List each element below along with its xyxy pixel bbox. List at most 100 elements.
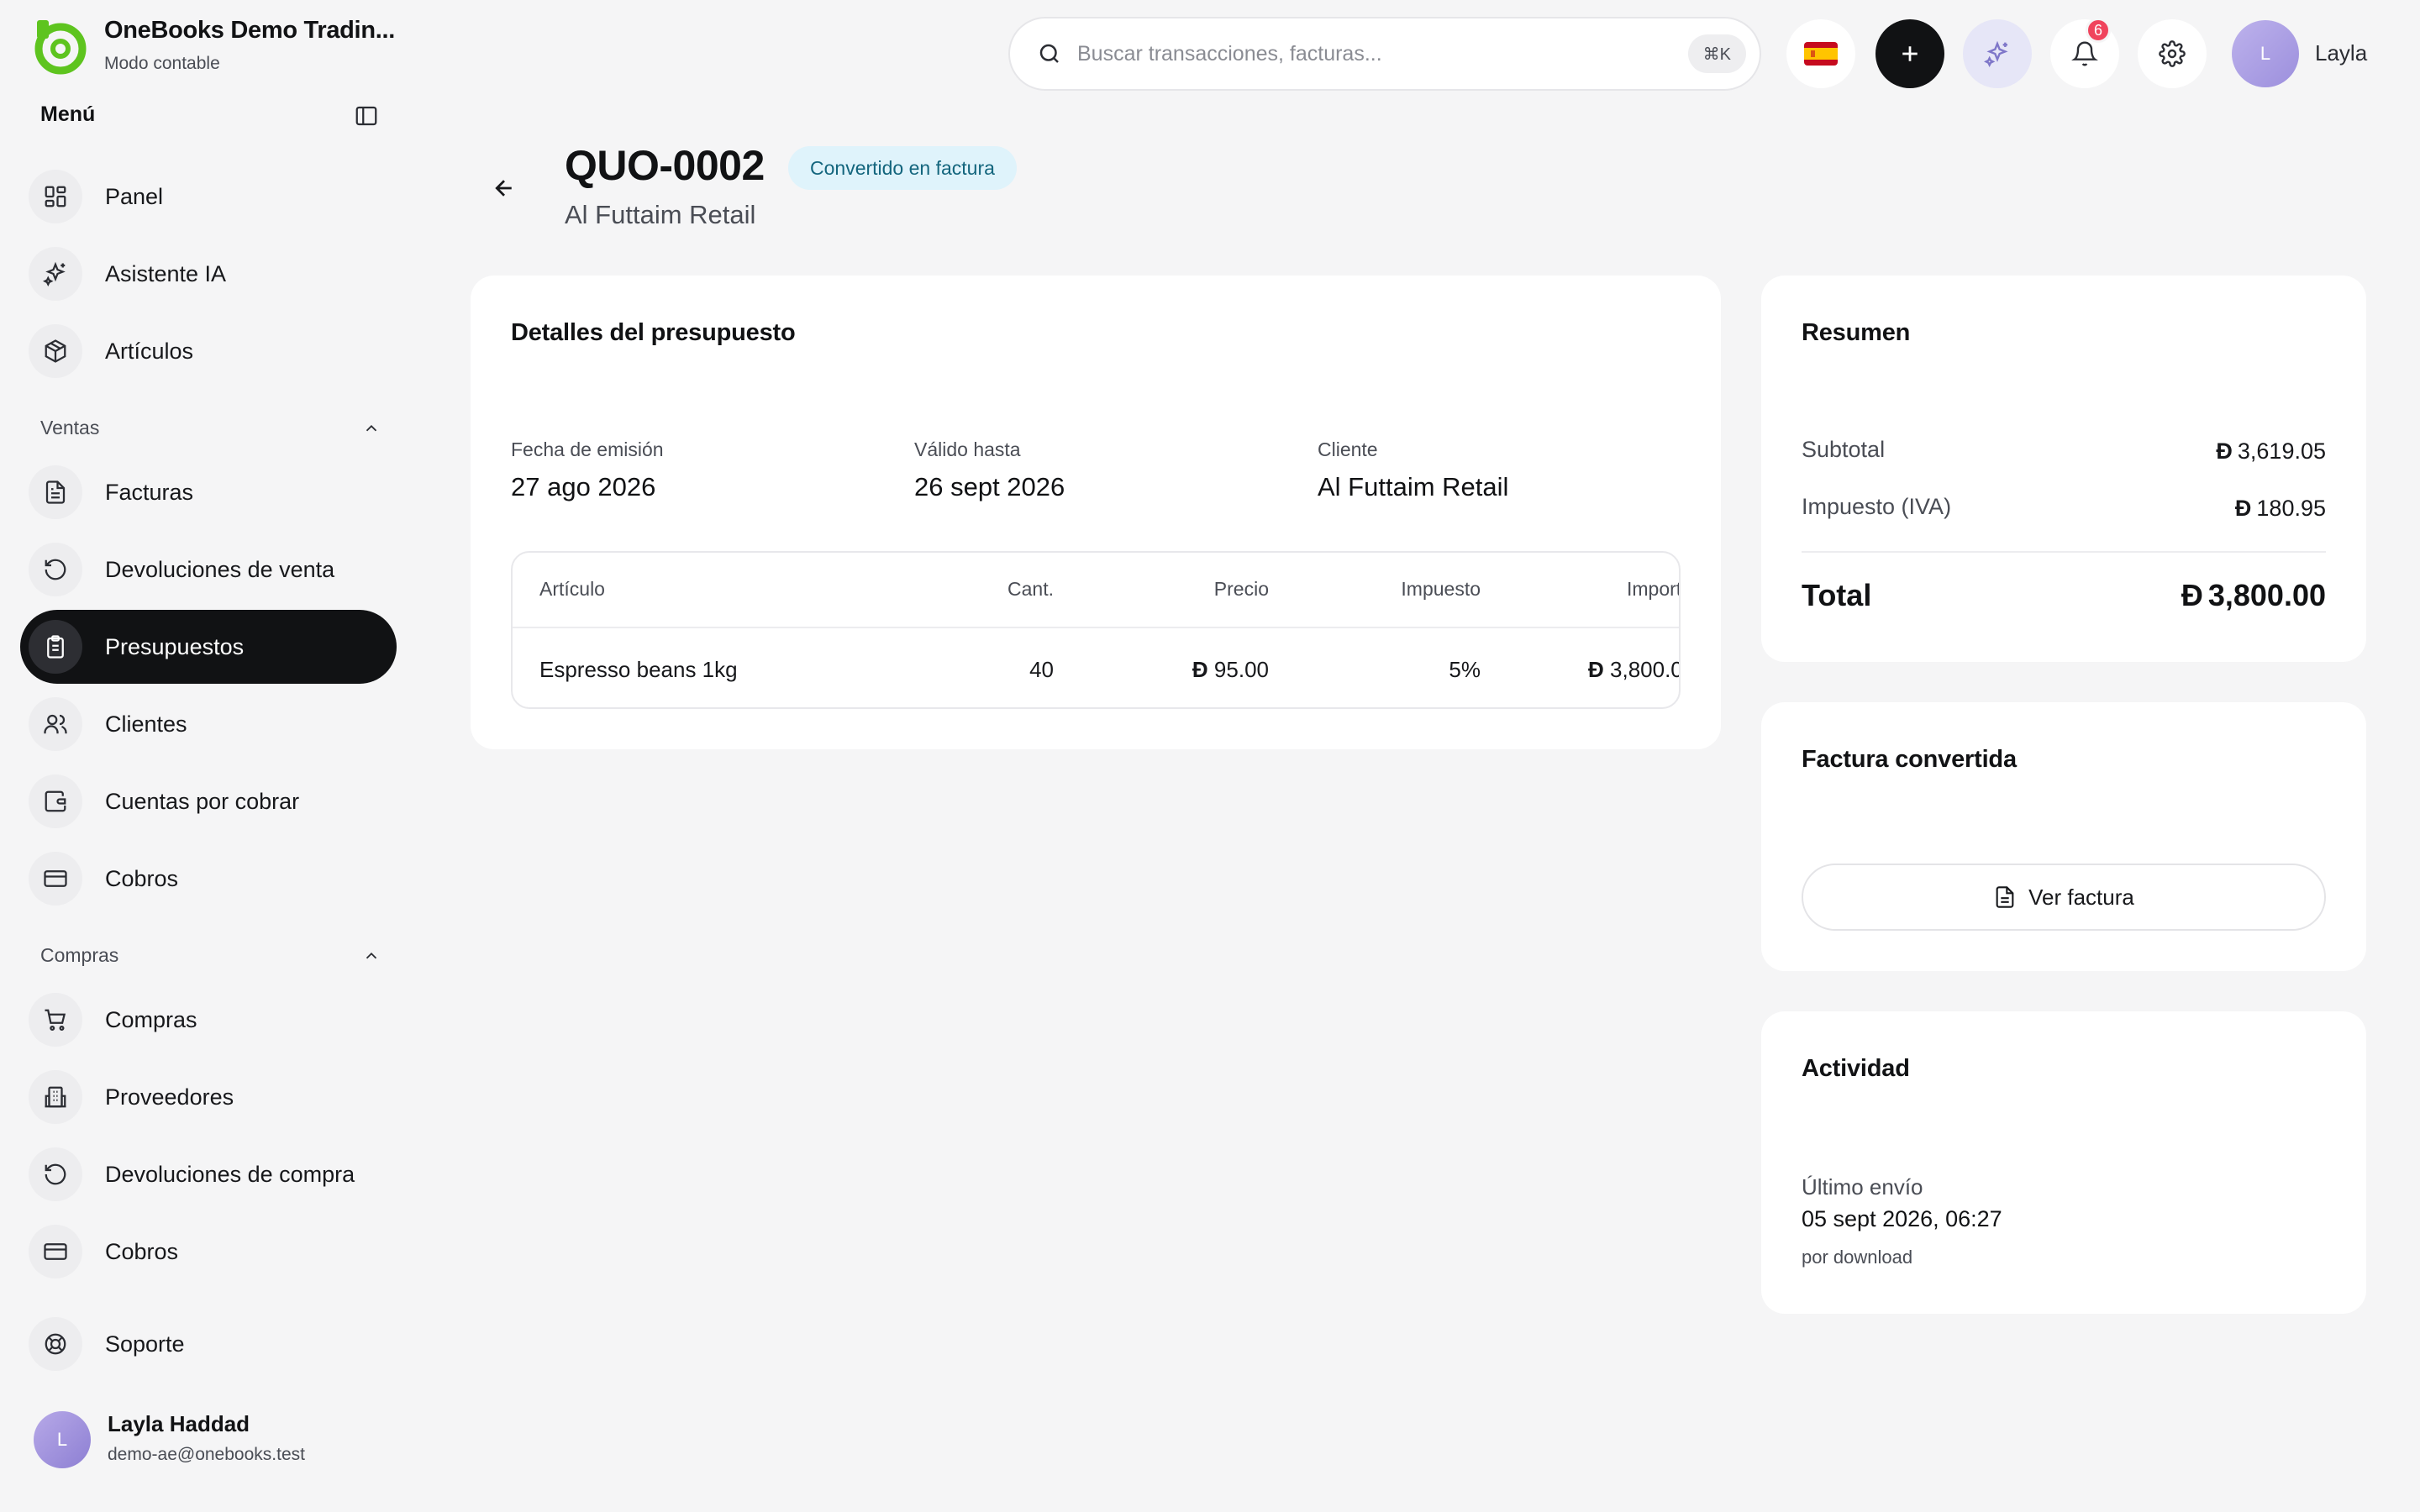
sidebar-item-label: Devoluciones de venta (105, 556, 335, 582)
return-icon (29, 1147, 82, 1201)
sidebar-item-label: Soporte (105, 1331, 185, 1357)
brand-mode: Modo contable (104, 54, 220, 73)
sidebar-item-label: Devoluciones de compra (105, 1161, 355, 1187)
client-value: Al Futtaim Retail (1318, 472, 1509, 501)
cart-icon (29, 993, 82, 1047)
back-button[interactable] (487, 171, 521, 205)
sidebar-item-support[interactable]: Soporte (20, 1307, 397, 1381)
ai-assistant-button[interactable] (1963, 19, 2032, 88)
user-email: demo-ae@onebooks.test (108, 1445, 305, 1464)
sidebar-item-articles[interactable]: Artículos (20, 314, 397, 388)
sidebar-item-collections[interactable]: Cobros (20, 842, 397, 916)
language-button[interactable] (1786, 19, 1855, 88)
profile-avatar[interactable]: L (2232, 20, 2299, 87)
sidebar-item-receivables[interactable]: Cuentas por cobrar (20, 764, 397, 838)
brand-logo-icon[interactable] (32, 18, 89, 76)
sidebar-item-purchase-returns[interactable]: Devoluciones de compra (20, 1137, 397, 1211)
notification-count-badge: 6 (2086, 18, 2111, 43)
sidebar-item-clients[interactable]: Clientes (20, 687, 397, 761)
view-invoice-label: Ver factura (2028, 884, 2134, 910)
card-title: Detalles del presupuesto (511, 319, 796, 346)
total-value: Đ 3,800.00 (2181, 578, 2326, 612)
sidebar-item-purchases[interactable]: Compras (20, 983, 397, 1057)
sidebar: OneBooks Demo Tradin... Modo contable Me… (0, 0, 412, 1512)
dirham-currency-icon: Đ (2234, 496, 2252, 521)
arrow-left-icon (495, 180, 512, 197)
sidebar-item-label: Compras (105, 1006, 197, 1032)
search-icon (1037, 41, 1062, 66)
document-icon (1996, 886, 2014, 908)
purchases-collapse-button[interactable] (360, 944, 383, 968)
valid-until-value: 26 sept 2026 (914, 472, 1065, 501)
dirham-currency-icon: Đ (1588, 657, 1604, 682)
status-badge: Convertido en factura (788, 146, 1017, 190)
gear-icon (2159, 40, 2186, 67)
menu-label: Menú (40, 102, 96, 126)
section-label-purchases: Compras (40, 944, 119, 966)
wallet-icon (29, 774, 82, 828)
sidebar-item-label: Cuentas por cobrar (105, 788, 300, 814)
plus-icon (1902, 46, 1918, 61)
create-new-button[interactable] (1876, 19, 1944, 88)
sidebar-item-panel[interactable]: Panel (20, 160, 397, 234)
dirham-currency-icon: Đ (2216, 438, 2233, 464)
lifebuoy-icon (29, 1317, 82, 1371)
sidebar-item-label: Artículos (105, 338, 194, 364)
cell-tax: 5% (1449, 657, 1481, 682)
sidebar-item-purchase-payments[interactable]: Cobros (20, 1215, 397, 1289)
sidebar-item-ai-assistant[interactable]: Asistente IA (20, 237, 397, 311)
subtotal-label: Subtotal (1802, 437, 1886, 462)
page-title: QUO-0002 (565, 142, 765, 189)
return-icon (29, 543, 82, 596)
line-items-table: Artículo Cant. Precio Impuesto Importe E… (511, 551, 1681, 709)
section-label-sales: Ventas (40, 417, 100, 438)
client-label: Cliente (1318, 438, 1378, 460)
summary-divider (1802, 551, 2326, 553)
issue-date-label: Fecha de emisión (511, 438, 664, 460)
subtotal-value: Đ 3,619.05 (2216, 438, 2326, 464)
sidebar-item-quotes[interactable]: Presupuestos (20, 610, 397, 684)
cell-amount: Đ 3,800.00 (1588, 657, 1679, 682)
sparkles-icon (29, 247, 82, 301)
quote-icon (29, 620, 82, 674)
cell-item: Espresso beans 1kg (539, 657, 738, 682)
sidebar-item-label: Proveedores (105, 1084, 234, 1110)
sidebar-item-label: Cobros (105, 865, 179, 891)
sidebar-item-suppliers[interactable]: Proveedores (20, 1060, 397, 1134)
notifications-button[interactable]: 6 (2050, 18, 2119, 88)
cell-price: Đ 95.00 (1192, 657, 1269, 682)
panel-left-icon (355, 106, 377, 126)
total-label: Total (1802, 578, 1872, 612)
last-sent-value: 05 sept 2026, 06:27 (1802, 1206, 2002, 1231)
col-header-tax: Impuesto (1401, 578, 1481, 600)
settings-button[interactable] (2138, 19, 2207, 88)
bell-icon (2071, 41, 2098, 66)
view-invoice-button[interactable]: Ver factura (1802, 864, 2326, 931)
user-name: Layla Haddad (108, 1411, 250, 1436)
brand-name: OneBooks Demo Tradin... (104, 17, 395, 44)
col-header-qty: Cant. (1007, 578, 1054, 600)
sparkles-icon (1984, 40, 2008, 67)
search-input[interactable] (1077, 41, 1649, 66)
sidebar-item-label: Panel (105, 183, 164, 209)
sidebar-toggle-button[interactable] (351, 101, 381, 131)
sales-collapse-button[interactable] (360, 417, 383, 440)
dirham-currency-icon: Đ (1192, 657, 1208, 682)
dirham-currency-icon: Đ (2181, 578, 2203, 612)
sidebar-item-sales-returns[interactable]: Devoluciones de venta (20, 533, 397, 606)
card-title: Factura convertida (1802, 746, 2017, 773)
building-icon (29, 1070, 82, 1124)
profile-username[interactable]: Layla (2315, 40, 2367, 66)
issue-date-value: 27 ago 2026 (511, 472, 656, 501)
search-shortcut: ⌘K (1687, 34, 1746, 73)
last-sent-by: por download (1802, 1247, 1913, 1268)
search-bar[interactable]: ⌘K (1008, 17, 1761, 91)
user-avatar[interactable]: L (34, 1411, 91, 1468)
col-header-price: Precio (1213, 578, 1269, 600)
sidebar-item-label: Clientes (105, 711, 187, 737)
sidebar-item-label: Presupuestos (105, 633, 245, 659)
dashboard-icon (29, 170, 82, 223)
box-icon (29, 324, 82, 378)
sidebar-item-invoices[interactable]: Facturas (20, 455, 397, 529)
sidebar-item-label: Cobros (105, 1238, 179, 1264)
